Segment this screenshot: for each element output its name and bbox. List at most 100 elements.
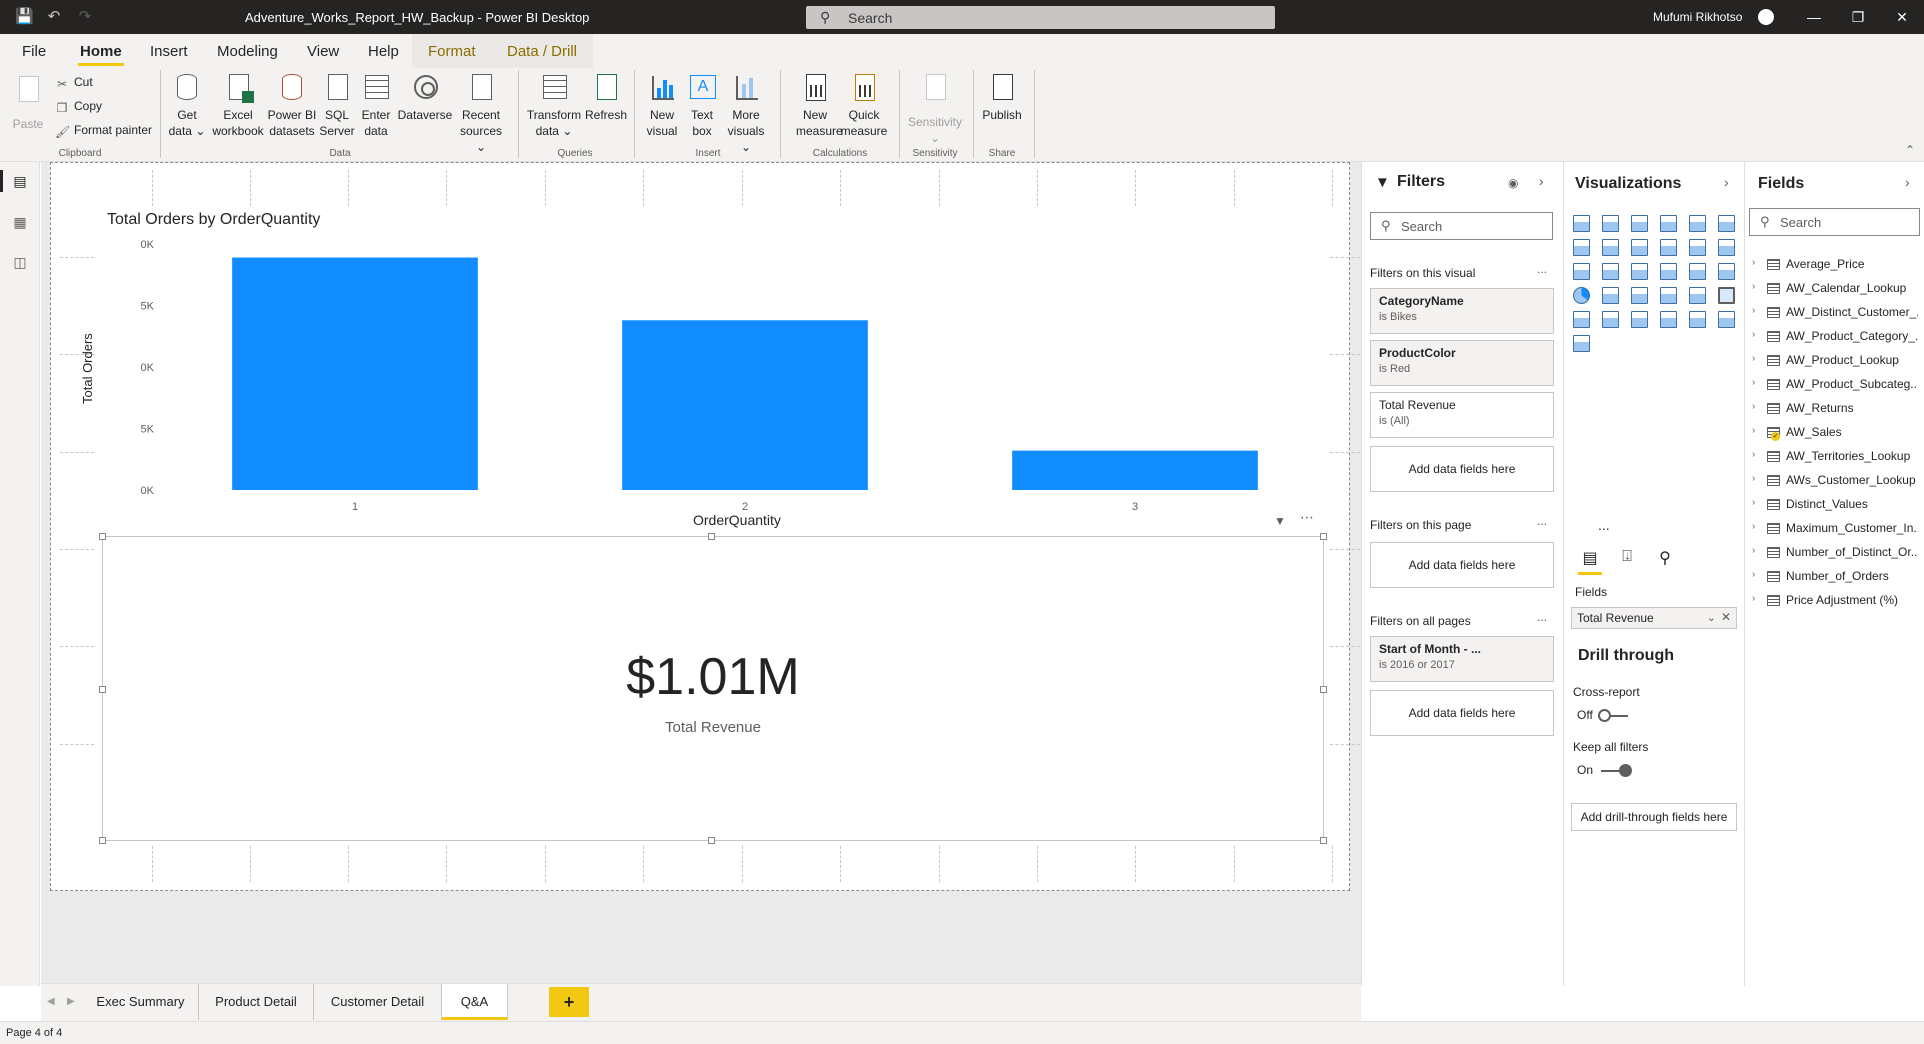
field-table-item[interactable]: › Number_of_Distinct_Or... — [1745, 542, 1924, 564]
tab-format[interactable]: Format — [428, 43, 476, 60]
visual-type-icon[interactable] — [1602, 311, 1619, 328]
page-tab-product-detail[interactable]: Product Detail — [199, 984, 314, 1020]
page-tab-exec-summary[interactable]: Exec Summary — [83, 984, 199, 1020]
filters-search-input[interactable]: ⚲ Search — [1370, 212, 1553, 240]
bar[interactable] — [622, 320, 868, 490]
visual-type-icon[interactable] — [1689, 239, 1706, 256]
expand-chevron-icon[interactable]: › — [1752, 257, 1755, 268]
visual-type-icon[interactable] — [1718, 239, 1735, 256]
close-icon[interactable]: ✕ — [1890, 6, 1914, 28]
expand-chevron-icon[interactable]: › — [1752, 545, 1755, 556]
visual-type-icon[interactable] — [1631, 311, 1648, 328]
visual-type-icon[interactable] — [1689, 311, 1706, 328]
visual-type-icon[interactable] — [1718, 287, 1735, 304]
sql-server-button[interactable]: SQL Server — [318, 72, 356, 139]
redo-icon[interactable]: ↷ — [76, 8, 94, 26]
recent-sources-button[interactable]: Recent sources ⌄ — [456, 72, 506, 155]
save-icon[interactable]: 💾 — [15, 8, 34, 26]
bar[interactable] — [232, 257, 478, 490]
tab-help[interactable]: Help — [368, 43, 399, 60]
field-table-item[interactable]: › AW_Returns — [1745, 398, 1924, 420]
collapse-filters-icon[interactable]: › — [1539, 173, 1544, 189]
fields-tab-icon[interactable]: ▤ — [1579, 548, 1601, 570]
expand-chevron-icon[interactable]: › — [1752, 305, 1755, 316]
page-tab-qa[interactable]: Q&A — [442, 984, 508, 1020]
get-data-button[interactable]: Get data ⌄ — [167, 72, 207, 139]
visual-type-icon[interactable] — [1689, 287, 1706, 304]
add-report-filter-dropzone[interactable]: Add data fields here — [1370, 690, 1554, 736]
visual-type-icon[interactable] — [1602, 287, 1619, 304]
more-options-icon[interactable]: ... — [1537, 610, 1547, 624]
publish-button[interactable]: Publish — [978, 72, 1026, 123]
visual-type-icon[interactable] — [1573, 311, 1590, 328]
global-search-box[interactable]: ⚲ Search — [806, 6, 1275, 29]
model-view-icon[interactable]: ◫ — [11, 253, 29, 271]
card-visual[interactable]: $1.01M Total Revenue — [99, 533, 1327, 844]
visual-type-icon[interactable] — [1718, 311, 1735, 328]
visual-type-icon[interactable] — [1660, 287, 1677, 304]
resize-handle[interactable] — [708, 837, 715, 844]
format-painter-button[interactable]: 🖌 Format painter — [55, 123, 152, 139]
paste-button[interactable]: Paste — [10, 74, 46, 132]
analytics-magnifier-icon[interactable]: ⚲ — [1654, 548, 1676, 570]
excel-workbook-button[interactable]: Excel workbook — [210, 72, 266, 139]
enter-data-button[interactable]: Enter data — [358, 72, 394, 139]
visual-type-icon[interactable] — [1660, 311, 1677, 328]
field-table-item[interactable]: › AW_Product_Subcateg... — [1745, 374, 1924, 396]
visual-type-icon[interactable] — [1660, 215, 1677, 232]
visual-type-icon[interactable] — [1573, 335, 1590, 352]
new-visual-button[interactable]: New visual — [644, 72, 680, 139]
report-view-icon[interactable]: ▤ — [11, 172, 29, 190]
chevron-down-icon[interactable]: ⌄ — [1707, 611, 1716, 624]
refresh-button[interactable]: Refresh — [584, 72, 628, 123]
more-visuals-icon[interactable]: ... — [1598, 517, 1610, 533]
filter-card-productcolor[interactable]: ProductColor is Red — [1370, 340, 1554, 386]
expand-chevron-icon[interactable]: › — [1752, 473, 1755, 484]
collapse-visualizations-icon[interactable]: › — [1724, 174, 1729, 190]
filter-card-total-revenue[interactable]: Total Revenue is (All) — [1370, 392, 1554, 438]
expand-chevron-icon[interactable]: › — [1752, 593, 1755, 604]
sensitivity-button[interactable]: Sensitivity ⌄ — [904, 72, 966, 146]
resize-handle[interactable] — [99, 837, 106, 844]
visual-type-icon[interactable] — [1631, 239, 1648, 256]
expand-chevron-icon[interactable]: › — [1752, 377, 1755, 388]
resize-handle[interactable] — [708, 533, 715, 540]
more-options-icon[interactable]: ... — [1537, 514, 1547, 528]
collapse-fields-icon[interactable]: › — [1905, 174, 1910, 190]
expand-chevron-icon[interactable]: › — [1752, 329, 1755, 340]
field-table-item[interactable]: › AWs_Customer_Lookup — [1745, 470, 1924, 492]
transform-data-button[interactable]: Transform data ⌄ — [525, 72, 583, 139]
more-options-icon[interactable]: ⋯ — [1300, 509, 1314, 526]
expand-chevron-icon[interactable]: › — [1752, 521, 1755, 532]
add-drill-through-dropzone[interactable]: Add drill-through fields here — [1571, 803, 1737, 831]
visual-type-icon[interactable] — [1660, 263, 1677, 280]
field-table-item[interactable]: › AW_Territories_Lookup — [1745, 446, 1924, 468]
fields-search-input[interactable]: ⚲ Search — [1749, 208, 1920, 236]
tab-home[interactable]: Home — [80, 43, 122, 60]
expand-chevron-icon[interactable]: › — [1752, 425, 1755, 436]
visual-type-icon[interactable] — [1573, 215, 1590, 232]
visual-type-icon[interactable] — [1718, 263, 1735, 280]
data-view-icon[interactable]: ▦ — [11, 213, 29, 231]
more-options-icon[interactable]: ... — [1537, 262, 1547, 276]
expand-chevron-icon[interactable]: › — [1752, 449, 1755, 460]
minimize-icon[interactable]: — — [1802, 6, 1826, 28]
add-page-filter-dropzone[interactable]: Add data fields here — [1370, 542, 1554, 588]
field-table-item[interactable]: › Distinct_Values — [1745, 494, 1924, 516]
tab-data-drill[interactable]: Data / Drill — [507, 43, 577, 60]
visual-type-icon[interactable] — [1631, 215, 1648, 232]
expand-chevron-icon[interactable]: › — [1752, 401, 1755, 412]
dataverse-button[interactable]: Dataverse — [396, 72, 454, 123]
add-visual-filter-dropzone[interactable]: Add data fields here — [1370, 446, 1554, 492]
filter-icon[interactable]: ▼ — [1274, 514, 1286, 528]
new-measure-button[interactable]: New measure — [796, 72, 843, 139]
format-paint-roller-icon[interactable]: ⍗ — [1616, 548, 1638, 570]
undo-icon[interactable]: ↶ — [45, 8, 63, 26]
field-table-item[interactable]: › AW_Product_Lookup — [1745, 350, 1924, 372]
resize-handle[interactable] — [1320, 533, 1327, 540]
cross-report-toggle[interactable]: Off — [1577, 708, 1628, 722]
collapse-ribbon-icon[interactable]: ⌃ — [1905, 143, 1915, 157]
copy-button[interactable]: ❐ Copy — [55, 99, 102, 115]
filter-card-start-of-month[interactable]: Start of Month - ... is 2016 or 2017 — [1370, 636, 1554, 682]
tab-file[interactable]: File — [22, 43, 46, 60]
